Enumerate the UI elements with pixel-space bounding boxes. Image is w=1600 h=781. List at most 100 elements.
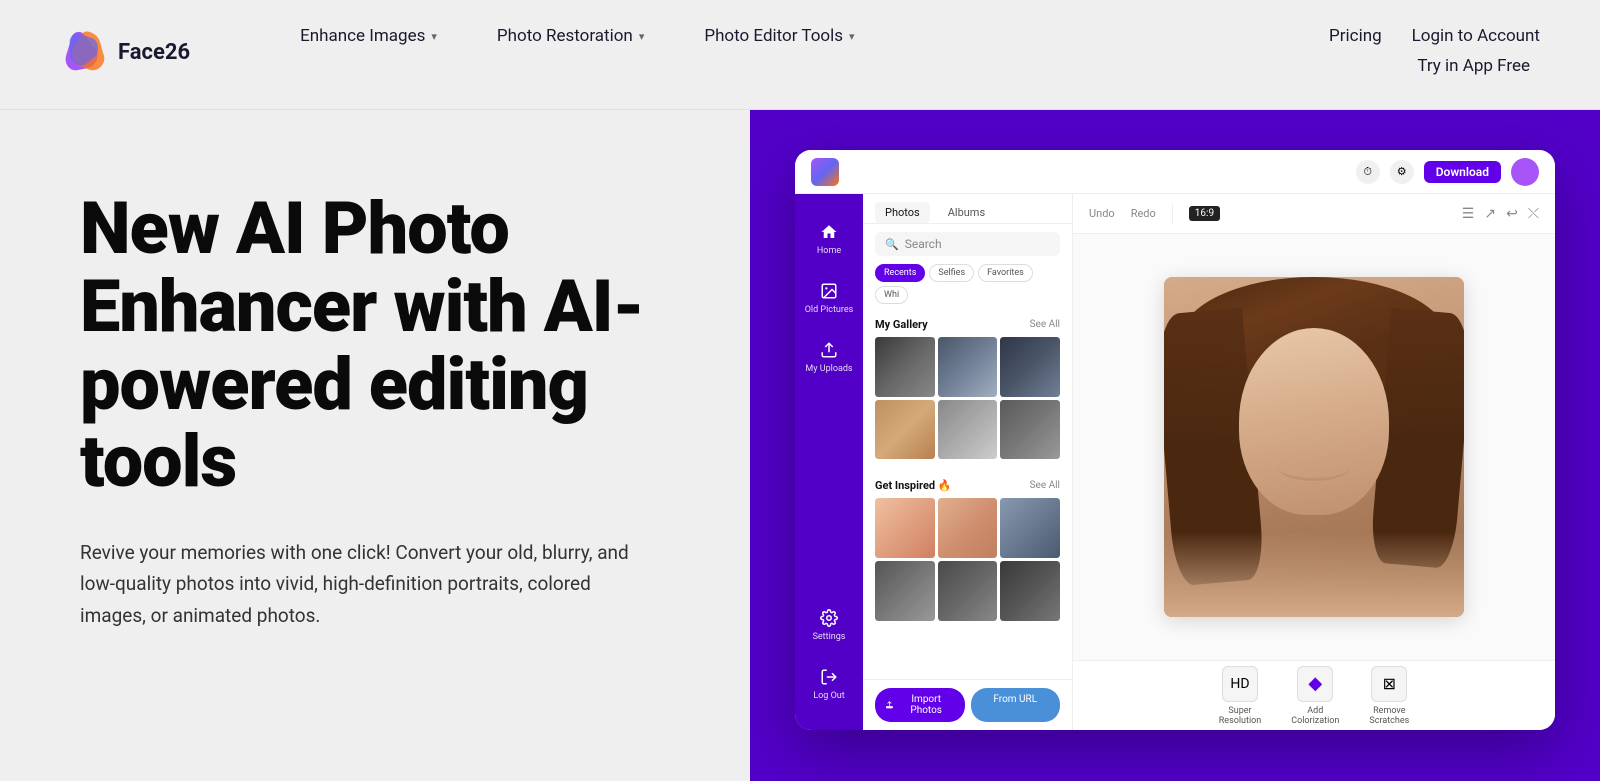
hero-title: New AI Photo Enhancer with AI-powered ed… <box>80 190 690 501</box>
gallery-thumb-4[interactable] <box>875 400 935 460</box>
nav-item-enhance-images[interactable]: Enhance Images ▾ <box>270 16 467 56</box>
nav-right: Pricing Login to Account <box>1319 16 1540 56</box>
smile <box>1278 454 1350 481</box>
inspired-thumb-5[interactable] <box>938 561 998 621</box>
photo-restoration-chevron-icon: ▾ <box>639 30 645 43</box>
toolbar-divider <box>1172 204 1173 224</box>
colorization-label: AddColorization <box>1291 706 1339 726</box>
toolbar-icon-1[interactable]: ☰ <box>1462 206 1475 222</box>
tool-remove-scratches[interactable]: ⊠ RemoveScratches <box>1369 666 1409 726</box>
face26-logo-icon <box>60 28 108 76</box>
inspired-thumb-6[interactable] <box>1000 561 1060 621</box>
try-app-button[interactable]: Try in App Free <box>1417 56 1540 76</box>
toolbar-icons-right: ☰ ↗ ↩ ⤬ <box>1462 206 1539 222</box>
sidebar-item-logout[interactable]: Log Out <box>795 655 863 714</box>
face-shape <box>1239 328 1389 515</box>
tool-add-colorization[interactable]: ◆ AddColorization <box>1291 666 1339 726</box>
inspired-section: Get Inspired 🔥 See All <box>863 473 1072 634</box>
inspired-thumb-3[interactable] <box>1000 498 1060 558</box>
toolbar-icon-2[interactable]: ↗ <box>1484 206 1496 222</box>
settings-icon: ⚙ <box>1390 160 1414 184</box>
editor-tools-bottom: HD SuperResolution ◆ AddColorization ⊠ R… <box>1073 660 1555 730</box>
sidebar-settings-icon <box>819 608 839 628</box>
app-topbar: ⏱ ⚙ Download <box>795 150 1555 194</box>
undo-label[interactable]: Undo <box>1089 207 1115 220</box>
inspired-header: Get Inspired 🔥 See All <box>875 479 1060 492</box>
photo-restoration-label: Photo Restoration <box>497 26 633 46</box>
app-topbar-icons: ⏱ ⚙ Download <box>1356 158 1539 186</box>
gallery-thumb-2[interactable] <box>938 337 998 397</box>
colorization-icon: ◆ <box>1297 666 1333 702</box>
logout-icon <box>819 667 839 687</box>
super-resolution-label: SuperResolution <box>1219 706 1261 726</box>
photos-tab[interactable]: Photos <box>875 202 930 223</box>
gallery-title: My Gallery <box>875 318 928 331</box>
gallery-thumb-6[interactable] <box>1000 400 1060 460</box>
nav-item-photo-restoration[interactable]: Photo Restoration ▾ <box>467 16 674 56</box>
clock-icon: ⏱ <box>1356 160 1380 184</box>
inspired-thumb-2[interactable] <box>938 498 998 558</box>
gallery-see-all[interactable]: See All <box>1030 319 1060 330</box>
gallery-header: My Gallery See All <box>875 318 1060 331</box>
logo-area: Face26 <box>60 0 190 76</box>
gallery-thumb-5[interactable] <box>938 400 998 460</box>
login-link[interactable]: Login to Account <box>1412 26 1540 46</box>
gallery-thumb-3[interactable] <box>1000 337 1060 397</box>
filter-whi[interactable]: Whi <box>875 286 908 304</box>
search-placeholder-text: Search <box>905 237 942 251</box>
main-content: New AI Photo Enhancer with AI-powered ed… <box>0 110 1600 781</box>
home-icon <box>819 222 839 242</box>
sidebar-item-old-pictures[interactable]: Old Pictures <box>795 269 863 328</box>
my-uploads-icon <box>819 340 839 360</box>
inspired-thumb-1[interactable] <box>875 498 935 558</box>
search-icon: 🔍 <box>885 238 899 251</box>
filter-recents[interactable]: Recents <box>875 264 925 282</box>
nav-top: Enhance Images ▾ Photo Restoration ▾ Pho… <box>270 0 1540 56</box>
app-window: ⏱ ⚙ Download Home <box>795 150 1555 730</box>
photo-editor-tools-label: Photo Editor Tools <box>704 26 843 46</box>
import-photos-button[interactable]: Import Photos <box>875 688 965 722</box>
sidebar-my-uploads-label: My Uploads <box>805 364 852 375</box>
download-button[interactable]: Download <box>1424 161 1501 183</box>
editor-canvas <box>1073 234 1555 660</box>
pricing-link[interactable]: Pricing <box>1319 16 1392 56</box>
shirt-area <box>1164 532 1464 617</box>
enhance-images-chevron-icon: ▾ <box>431 30 437 43</box>
woman-face <box>1164 277 1464 617</box>
filter-selfies[interactable]: Selfies <box>929 264 974 282</box>
hero-section: New AI Photo Enhancer with AI-powered ed… <box>0 110 750 781</box>
import-bar: Import Photos From URL <box>863 679 1072 730</box>
albums-tab[interactable]: Albums <box>938 202 995 223</box>
gallery-thumb-1[interactable] <box>875 337 935 397</box>
sidebar-item-my-uploads[interactable]: My Uploads <box>795 328 863 387</box>
nav-area: Enhance Images ▾ Photo Restoration ▾ Pho… <box>270 0 1540 86</box>
sidebar-home-label: Home <box>817 246 841 257</box>
editor-area: Undo Redo 16:9 ☰ ↗ ↩ ⤬ <box>1073 194 1555 730</box>
tool-super-resolution[interactable]: HD SuperResolution <box>1219 666 1261 726</box>
import-photos-label: Import Photos <box>898 694 955 716</box>
app-sidebar: Home Old Pictures My Uploads <box>795 194 863 730</box>
filter-favorites[interactable]: Favorites <box>978 264 1033 282</box>
aspect-ratio-badge[interactable]: 16:9 <box>1189 206 1220 221</box>
sidebar-item-settings[interactable]: Settings <box>795 596 863 655</box>
sidebar-logout-label: Log Out <box>813 691 844 702</box>
my-gallery-section: My Gallery See All <box>863 312 1072 473</box>
inspired-title: Get Inspired 🔥 <box>875 479 952 492</box>
enhance-images-label: Enhance Images <box>300 26 425 46</box>
redo-label[interactable]: Redo <box>1131 207 1156 220</box>
super-resolution-icon: HD <box>1222 666 1258 702</box>
gallery-grid <box>875 337 1060 459</box>
editor-toolbar: Undo Redo 16:9 ☰ ↗ ↩ ⤬ <box>1073 194 1555 234</box>
sidebar-old-pictures-label: Old Pictures <box>805 305 854 316</box>
toolbar-icon-3[interactable]: ↩ <box>1506 206 1518 222</box>
nav-item-photo-editor-tools[interactable]: Photo Editor Tools ▾ <box>674 16 884 56</box>
inspired-thumb-4[interactable] <box>875 561 935 621</box>
sidebar-item-home[interactable]: Home <box>795 210 863 269</box>
app-logo-small <box>811 158 839 186</box>
sidebar-settings-label: Settings <box>813 632 846 643</box>
from-url-button[interactable]: From URL <box>971 688 1061 722</box>
toolbar-icon-4[interactable]: ⤬ <box>1528 206 1539 222</box>
hero-app-preview: ⏱ ⚙ Download Home <box>750 110 1600 781</box>
inspired-see-all[interactable]: See All <box>1030 480 1060 491</box>
photo-editor-tools-chevron-icon: ▾ <box>849 30 855 43</box>
